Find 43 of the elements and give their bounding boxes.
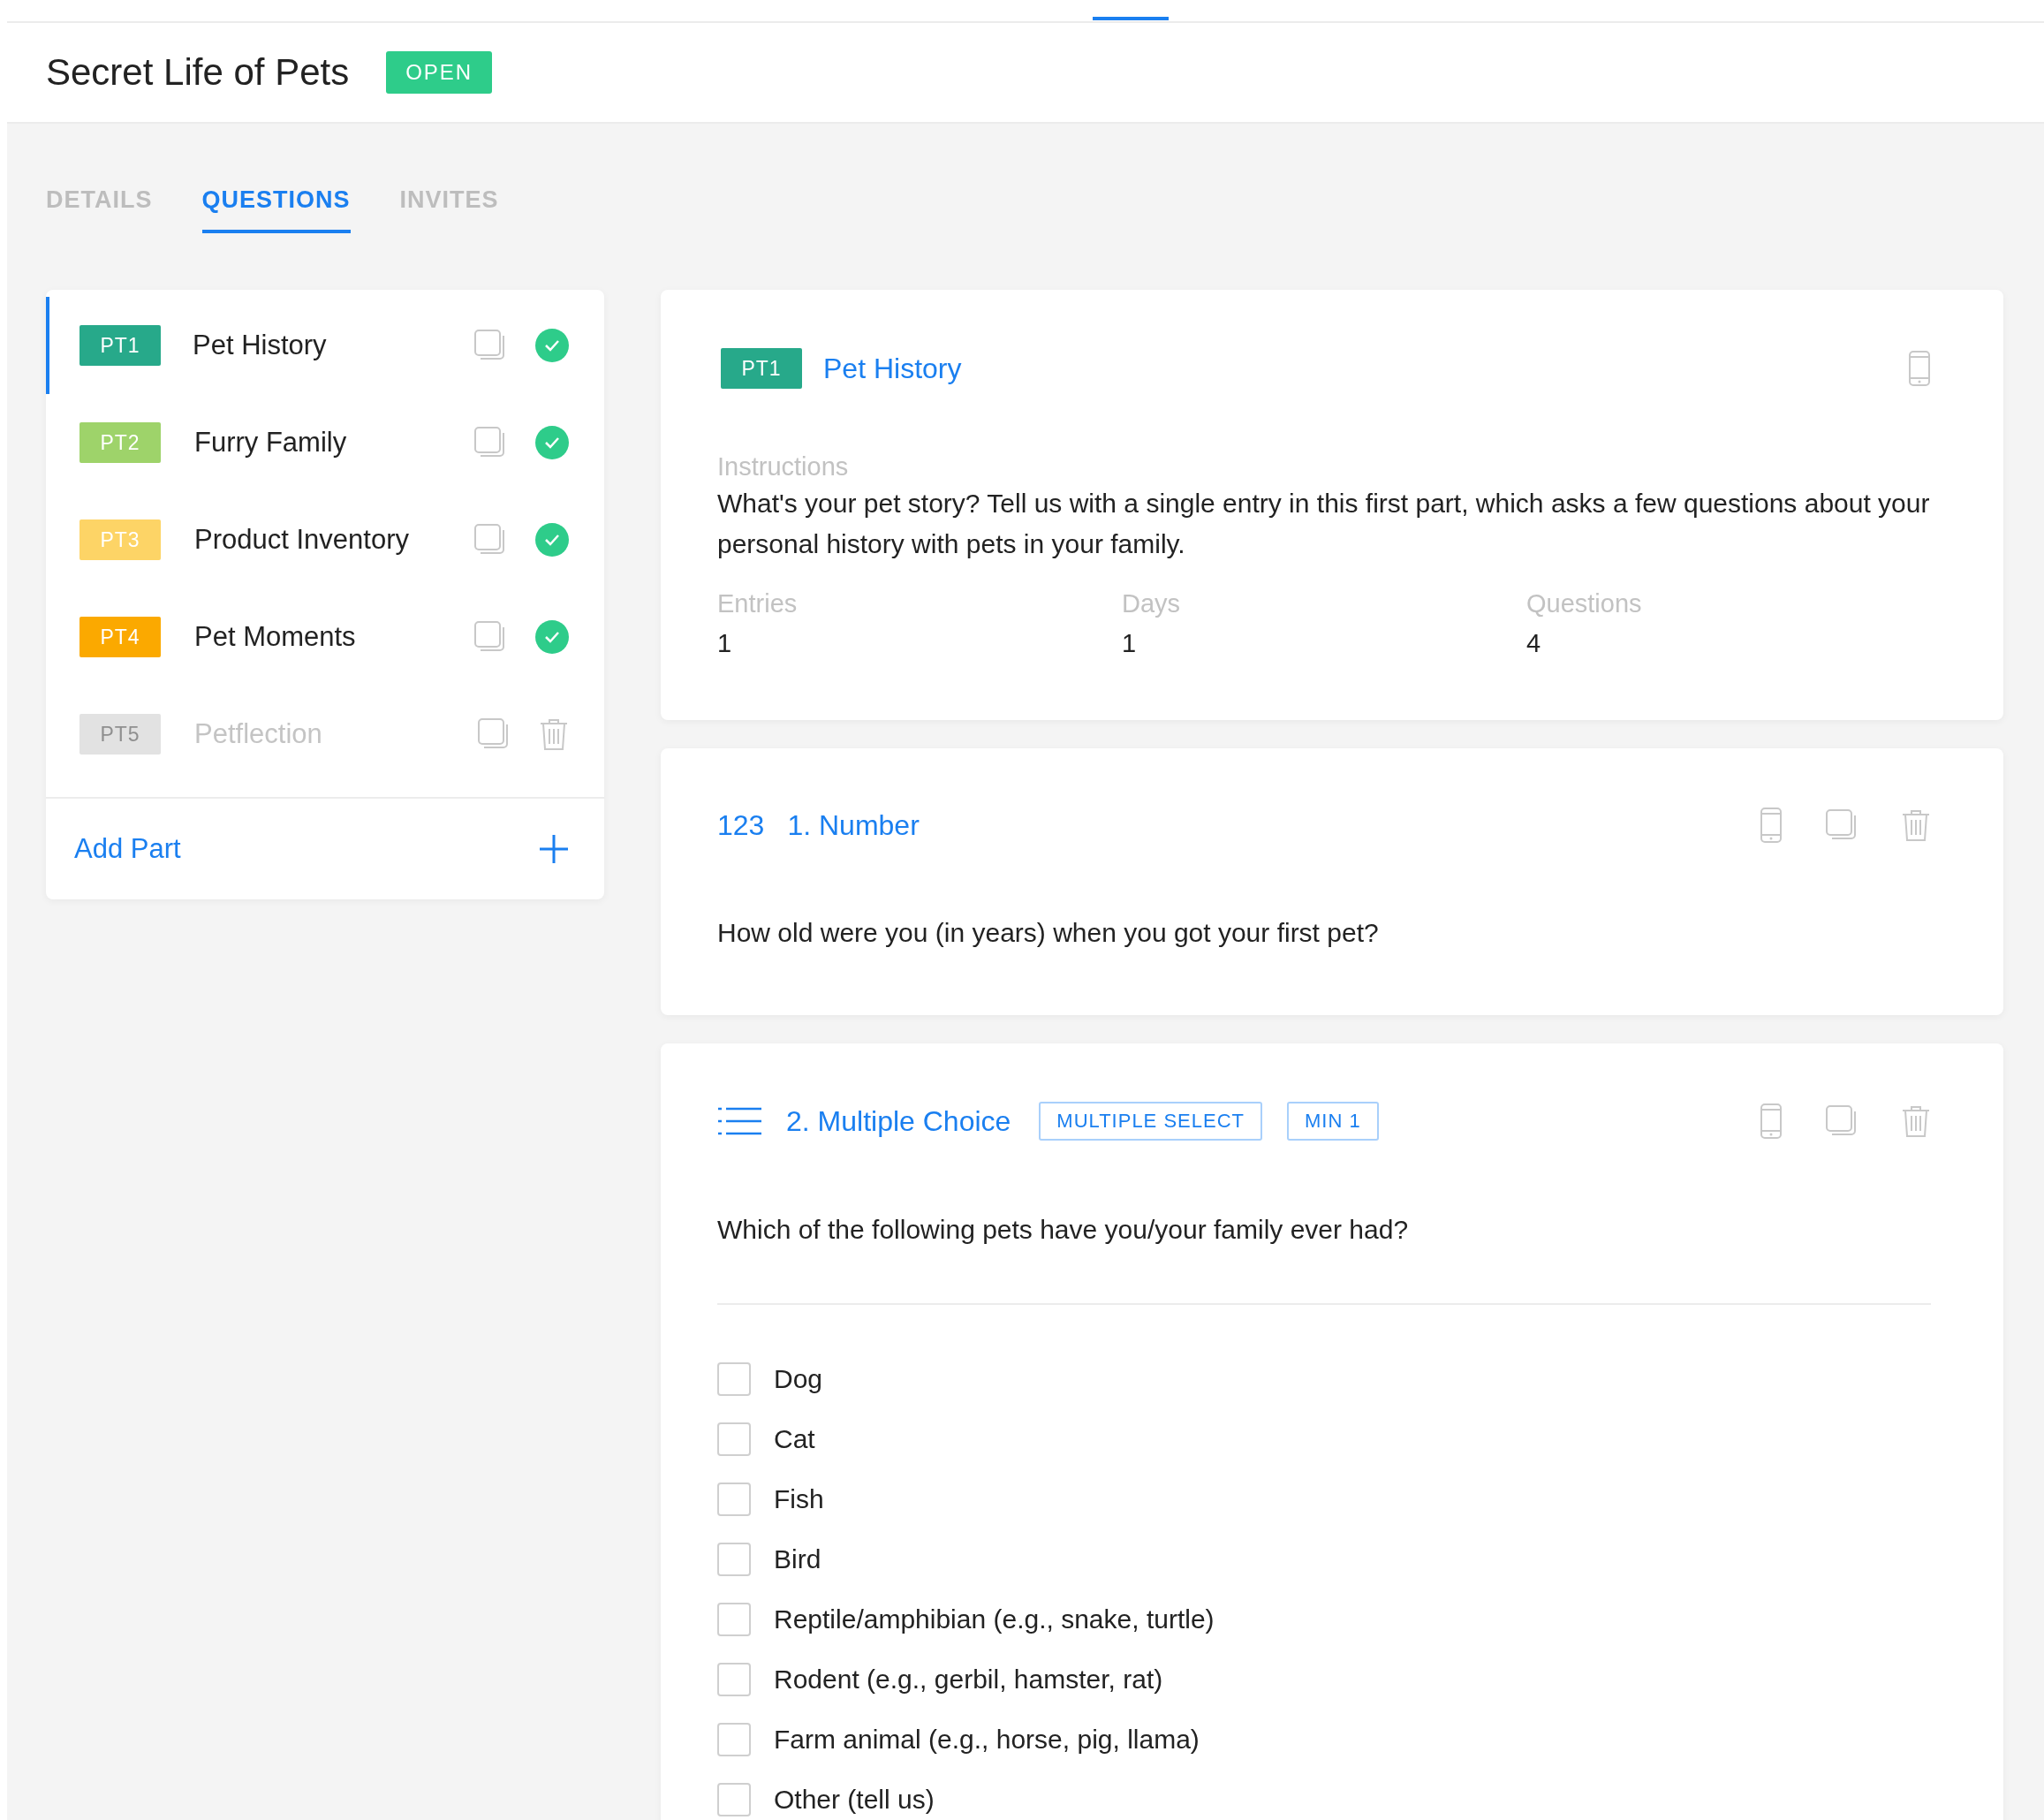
question-tag: MULTIPLE SELECT [1039,1102,1262,1141]
part-name: Pet History [193,330,328,361]
stat-label: Days [1122,589,1182,618]
part-name: Petflection [194,718,323,750]
option-label: Fish [774,1484,824,1514]
option-label: Reptile/amphibian (e.g., snake, turtle) [774,1604,1215,1634]
question-title[interactable]: 1. Number [787,808,920,842]
part-code-badge: PT1 [721,348,802,389]
stat-value: 1 [1122,629,1138,658]
part-row[interactable]: PT4 Pet Moments [46,588,604,686]
question-title[interactable]: 2. Multiple Choice [786,1104,1011,1138]
status-badge: OPEN [386,51,493,94]
question-text: Which of the following pets have you/your family ever had? [717,1214,1410,1246]
survey-title: Secret Life of Pets [46,51,350,94]
stat-value: 1 [717,629,733,658]
part-code-badge: PT2 [79,422,161,463]
part-name: Pet Moments [194,621,357,653]
part-code-badge: PT4 [79,617,161,657]
option-label: Farm animal (e.g., horse, pig, llama) [774,1725,1200,1755]
tab[interactable]: QUESTIONS [201,182,351,233]
option-label: Other (tell us) [774,1785,935,1815]
number-type-label: 123 [717,808,765,842]
part-code-badge: PT3 [79,519,161,560]
part-code-badge: PT1 [79,325,161,366]
part-row[interactable]: PT2 Furry Family [46,394,604,491]
option-label: Dog [774,1364,823,1394]
part-name: Furry Family [194,427,348,459]
add-part-link[interactable]: Add Part [74,833,181,865]
option-label: Rodent (e.g., gerbil, hamster, rat) [774,1665,1163,1695]
instructions-text: What's your pet story? Tell us with a single entry in this first part, which asks a few questions about your personal history with pets in your family. [717,488,1931,560]
stat-value: 4 [1526,629,1542,658]
question-tag: MIN 1 [1287,1102,1379,1141]
instructions-label: Instructions [717,452,850,482]
stat-label: Questions [1526,589,1643,618]
part-code-badge: PT5 [79,714,161,755]
part-row[interactable]: PT1 Pet History [46,297,604,394]
part-row[interactable]: PT3 Product Inventory [46,491,604,588]
part-title[interactable]: Pet History [823,352,962,385]
part-name: Product Inventory [194,524,410,556]
option-label: Bird [774,1544,821,1574]
stat-label: Entries [717,589,799,618]
question-text: How old were you (in years) when you got your first pet? [717,917,1380,949]
option-label: Cat [774,1424,815,1454]
